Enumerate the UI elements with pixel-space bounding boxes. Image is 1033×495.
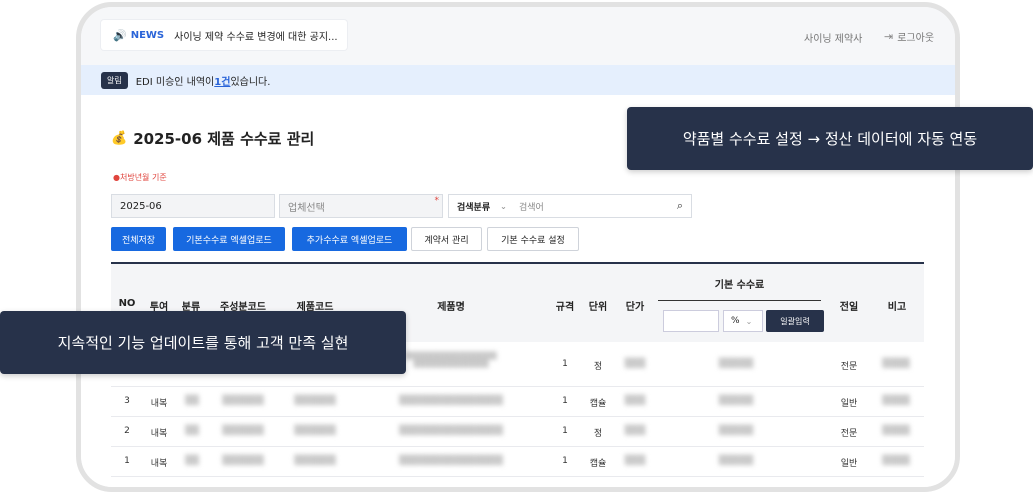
speaker-icon: 🔊 [113, 28, 127, 42]
base-fee-input[interactable] [663, 310, 719, 332]
logout-label: 로그아웃 [897, 33, 935, 44]
cell-ingredient: ▒▒▒▒▒▒ [222, 426, 264, 436]
alert-text-post: 있습니다. [230, 76, 271, 88]
feature-callout-right: 약품별 수수료 설정 → 정산 데이터에 자동 연동 [627, 107, 1033, 170]
company-name: 사이닝 제약사 [804, 34, 863, 45]
news-text[interactable]: 사이닝 제약 수수료 변경에 대한 공지... [174, 28, 337, 43]
page-title: 💰 2025-06 제품 수수료 관리 [111, 128, 314, 149]
top-bar: 🔊 NEWS 사이닝 제약 수수료 변경에 대한 공지... 사이닝 제약사 ⇥… [81, 7, 955, 65]
cell-price: ▒▒▒ [624, 396, 646, 406]
fee-table: NO 투여 분류 주성분코드 제품코드 제품명 규격 단위 단가 기본 수수료 … [111, 262, 924, 487]
percent-select[interactable]: % ⌄ [723, 310, 763, 332]
cell-no: 1 [124, 456, 130, 466]
cell-route: 내복 [150, 459, 168, 469]
th-price: 단가 [625, 302, 645, 313]
alert-badge: 알림 [101, 71, 128, 89]
search-input[interactable]: 검색어 [519, 200, 544, 213]
cell-spec: 1 [562, 426, 568, 436]
save-all-button[interactable]: 전체저장 [111, 227, 166, 251]
month-field[interactable]: 2025-06 [111, 194, 275, 218]
cell-no: 2 [124, 426, 130, 436]
cell-spec: 1 [562, 396, 568, 406]
search-field[interactable]: 검색분류 ⌄ 검색어 ⌕ [448, 194, 692, 218]
news-label: NEWS [130, 29, 165, 41]
cell-price: ▒▒▒ [624, 456, 646, 466]
base-fee-setting-button[interactable]: 기본 수수료 설정 [487, 227, 579, 251]
cell-unit: 정 [593, 429, 603, 439]
cell-no: 3 [124, 396, 130, 406]
alert-bar: 알림 EDI 미승인 내역이 1건 있습니다. [81, 65, 955, 95]
base-fee-upload-button[interactable]: 기본수수료 엑셀업로드 [173, 227, 285, 251]
app-screen: 🔊 NEWS 사이닝 제약 수수료 변경에 대한 공지... 사이닝 제약사 ⇥… [81, 7, 955, 487]
cell-route: 내복 [150, 399, 168, 409]
bulk-input-button[interactable]: 일괄입력 [766, 310, 824, 332]
cell-type: ▒▒ [185, 426, 199, 436]
money-bag-icon: 💰 [111, 131, 128, 146]
cell-ingredient: ▒▒▒▒▒▒ [222, 396, 264, 406]
search-type-select[interactable]: 검색분류 ⌄ [449, 195, 519, 217]
cell-product-code: ▒▒▒▒▒▒ [294, 456, 336, 466]
cell-note: ▒▒▒▒ [882, 426, 910, 436]
required-note: ●처방년월 기준 [113, 173, 167, 182]
chevron-down-icon: ⌄ [745, 316, 753, 326]
cell-base-fee: ▒▒▒▒▒ [718, 426, 754, 436]
cell-route: 내복 [150, 429, 168, 439]
percent-label: % [731, 316, 740, 326]
cell-product-code: ▒▒▒▒▒▒ [294, 426, 336, 436]
th-no: NO [118, 298, 136, 309]
cell-base-fee: ▒▒▒▒▒ [718, 359, 754, 369]
cell-product-name: ▒▒▒▒▒▒▒▒▒▒▒▒▒▒▒ [399, 426, 503, 436]
chevron-down-icon: ⌄ [500, 201, 507, 211]
device-frame: 🔊 NEWS 사이닝 제약 수수료 변경에 대한 공지... 사이닝 제약사 ⇥… [76, 2, 960, 492]
th-specialty: 전일 [839, 302, 859, 313]
cell-spec: 1 [562, 456, 568, 466]
th-spec: 규격 [555, 302, 575, 313]
cell-product-name: ▒▒▒▒▒▒▒▒▒▒▒▒▒▒▒ [399, 396, 503, 406]
cell-price: ▒▒▒ [624, 359, 646, 369]
cell-note: ▒▒▒▒ [882, 456, 910, 466]
cell-unit: 캡슐 [589, 459, 607, 469]
news-ticker[interactable]: 🔊 NEWS 사이닝 제약 수수료 변경에 대한 공지... [101, 20, 347, 50]
cell-type: ▒▒ [185, 456, 199, 466]
cell-unit: 정 [593, 362, 603, 372]
cell-type: ▒▒ [185, 396, 199, 406]
cell-product-name: ▒▒▒▒▒▒▒▒▒▒▒▒▒▒▒ [399, 456, 503, 466]
alert-text-pre: EDI 미승인 내역이 [135, 76, 215, 88]
table-row[interactable]: 2 내복 ▒▒ ▒▒▒▒▒▒ ▒▒▒▒▒▒ ▒▒▒▒▒▒▒▒▒▒▒▒▒▒▒ 1 … [111, 417, 924, 447]
cell-note: ▒▒▒▒ [882, 396, 910, 406]
table-row[interactable]: 1 내복 ▒▒ ▒▒▒▒▒▒ ▒▒▒▒▒▒ ▒▒▒▒▒▒▒▒▒▒▒▒▒▒▒ 1 … [111, 447, 924, 477]
header-divider [658, 300, 821, 301]
table-row[interactable]: 3 내복 ▒▒ ▒▒▒▒▒▒ ▒▒▒▒▒▒ ▒▒▒▒▒▒▒▒▒▒▒▒▒▒▒ 1 … [111, 387, 924, 417]
th-base-fee: 기본 수수료 [714, 280, 765, 291]
cell-specialty: 전문 [840, 362, 858, 372]
vendor-select[interactable]: 업체선택 * [279, 194, 443, 218]
th-note: 비고 [887, 302, 907, 313]
search-type-label: 검색분류 [457, 202, 491, 213]
cell-price: ▒▒▒ [624, 426, 646, 436]
page-title-text: 2025-06 제품 수수료 관리 [133, 130, 315, 148]
cell-unit: 캡슐 [589, 399, 607, 409]
cell-note: ▒▒▒▒ [882, 359, 910, 369]
th-unit: 단위 [588, 302, 608, 313]
alert-link[interactable]: 1건 [214, 73, 230, 88]
extra-fee-upload-button[interactable]: 추가수수료 엑셀업로드 [292, 227, 407, 251]
cell-spec: 1 [562, 359, 568, 369]
search-icon[interactable]: ⌕ [677, 199, 683, 213]
cell-specialty: 전문 [840, 429, 858, 439]
cell-product-code: ▒▒▒▒▒▒ [294, 396, 336, 406]
vendor-placeholder: 업체선택 [288, 202, 325, 214]
cell-specialty: 일반 [840, 459, 858, 469]
cell-specialty: 일반 [840, 399, 858, 409]
cell-base-fee: ▒▒▒▒▒ [718, 456, 754, 466]
logout-icon: ⇥ [884, 30, 894, 43]
contract-button[interactable]: 계약서 관리 [411, 227, 482, 251]
feature-callout-left: 지속적인 기능 업데이트를 통해 고객 만족 실현 [0, 311, 406, 374]
cell-ingredient: ▒▒▒▒▒▒ [222, 456, 264, 466]
cell-base-fee: ▒▒▒▒▒ [718, 396, 754, 406]
logout-button[interactable]: ⇥ 로그아웃 [884, 29, 934, 44]
required-marker: * [434, 196, 440, 206]
